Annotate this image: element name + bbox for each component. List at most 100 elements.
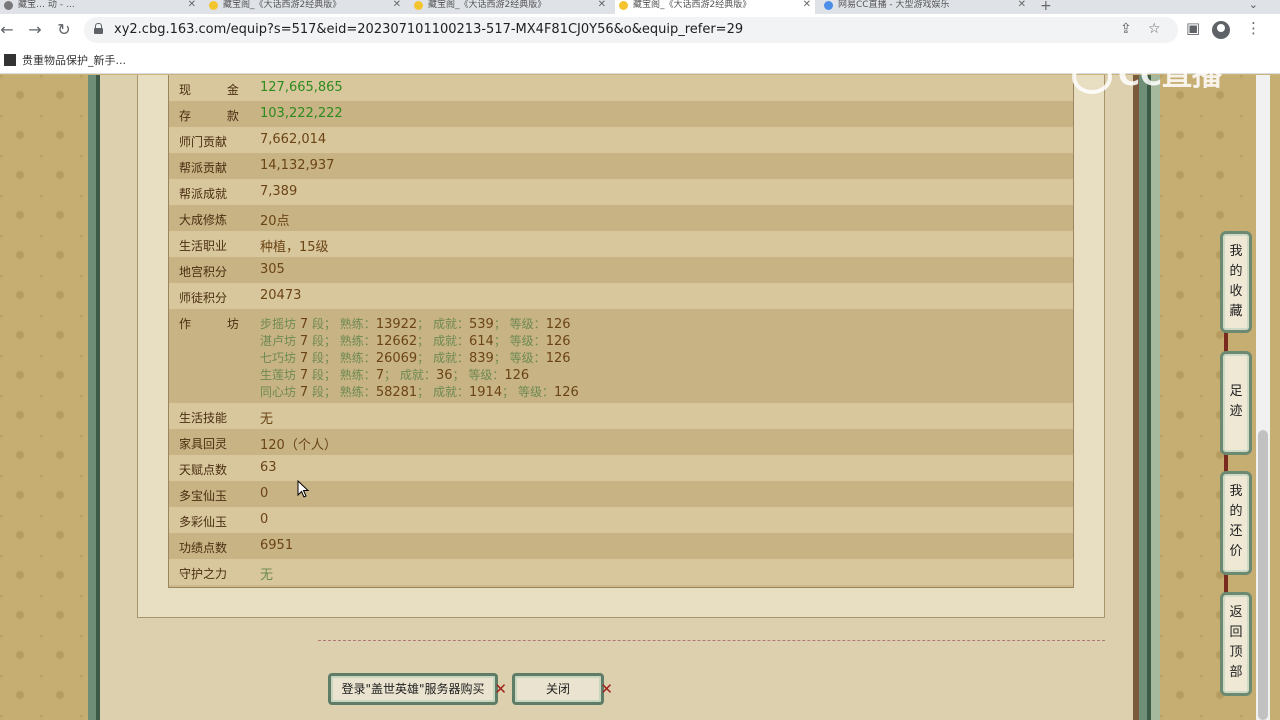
workshop-chengjiu: 539: [469, 317, 494, 332]
row-value: 无: [260, 412, 274, 427]
table-row: 守护之力 无: [169, 559, 1073, 585]
workshop-name: 七巧坊: [260, 351, 297, 365]
tab-favicon-icon: [414, 1, 423, 10]
bookmark-item[interactable]: 贵重物品保护_新手...: [4, 52, 126, 68]
main-content: 现 金 127,665,865 存 款 103,222,222 师门贡献 7,6…: [100, 75, 1133, 720]
more-menu-icon[interactable]: ⋮: [1246, 19, 1261, 37]
url-bar[interactable]: xy2.cbg.163.com/equip?s=517&eid=20230710…: [84, 17, 1178, 43]
workshop-duan: 7: [299, 385, 309, 400]
row-value: 0: [260, 486, 269, 501]
row-label: 存 款: [179, 109, 255, 123]
login-buy-button[interactable]: 登录"盖世英雄"服务器购买 ✕: [328, 673, 507, 705]
row-value: 种植，15级: [260, 240, 329, 255]
workshop-dengji-label: 等级：: [517, 385, 554, 399]
row-value: 7,389: [260, 184, 298, 199]
row-value: 305: [260, 262, 285, 277]
my-favorites-button[interactable]: 我的收藏: [1220, 231, 1252, 333]
side-nav-label: 我的收藏: [1229, 244, 1243, 319]
workshop-dengji: 126: [545, 351, 571, 366]
tab-favicon-icon: [824, 1, 833, 10]
scrollbar-thumb[interactable]: [1258, 430, 1268, 720]
character-info-table: 现 金 127,665,865 存 款 103,222,222 师门贡献 7,6…: [168, 75, 1074, 588]
ribbon-x-icon: ✕: [600, 680, 613, 698]
workshop-name: 步摇坊: [260, 317, 297, 331]
ribbon-x-icon: ✕: [494, 680, 507, 698]
workshop-chengjiu-label: 成就：: [433, 334, 470, 348]
row-value: 7,662,014: [260, 132, 327, 147]
workshop-name: 同心坊: [260, 385, 297, 399]
url-text[interactable]: xy2.cbg.163.com/equip?s=517&eid=20230710…: [114, 22, 743, 37]
workshop-chengjiu-label: 成就：: [399, 368, 436, 382]
back-arrow-icon[interactable]: ←: [0, 19, 18, 41]
workshop-dengji: 126: [545, 317, 571, 332]
browser-tab-5[interactable]: 网易CC直播 - 大型游戏娱乐 ✕: [820, 0, 1030, 14]
workshop-chengjiu-label: 成就：: [433, 351, 470, 365]
row-label: 帮派成就: [179, 187, 228, 201]
row-label: 生活职业: [179, 239, 228, 253]
workshop-duan-unit: 段: [311, 317, 324, 331]
browser-tab-1[interactable]: 藏宝… 动 - … ✕: [0, 0, 200, 14]
share-icon[interactable]: ⇪: [1120, 21, 1132, 37]
new-tab-icon[interactable]: +: [1040, 0, 1052, 14]
workshop-dengji: 126: [545, 334, 571, 349]
close-button[interactable]: 关闭 ✕: [512, 673, 613, 705]
cc-logo-icon: [1072, 59, 1112, 94]
table-row: 生活职业 种植，15级: [169, 231, 1073, 257]
row-label: 功绩点数: [179, 541, 228, 555]
tab-close-icon[interactable]: ✕: [598, 0, 606, 10]
address-bar-row: ← → ↻ xy2.cbg.163.com/equip?s=517&eid=20…: [0, 14, 1280, 46]
row-label: 地宫积分: [179, 265, 228, 279]
row-value: 20点: [260, 214, 290, 229]
row-label: 守护之力: [179, 567, 228, 581]
left-decorative-texture: [0, 75, 88, 720]
row-label: 多彩仙玉: [179, 515, 228, 529]
workshop-dengji-label: 等级：: [468, 368, 505, 382]
tab-close-icon[interactable]: ✕: [803, 0, 811, 10]
footprint-button[interactable]: 足迹: [1220, 351, 1252, 455]
tab-search-chevron-icon[interactable]: ⌄: [1249, 0, 1258, 11]
row-value: 63: [260, 460, 277, 475]
row-label: 师门贡献: [179, 135, 228, 149]
table-row: 多彩仙玉 0: [169, 507, 1073, 533]
back-to-top-button[interactable]: 返回顶部: [1220, 592, 1252, 696]
side-nav-label: 我的还价: [1229, 484, 1243, 559]
my-counteroffer-button[interactable]: 我的还价: [1220, 471, 1252, 575]
tab-close-icon[interactable]: ✕: [188, 0, 196, 10]
row-value: 127,665,865: [260, 80, 343, 95]
row-label: 天赋点数: [179, 463, 228, 477]
workshop-name: 生莲坊: [260, 368, 297, 382]
profile-avatar-icon[interactable]: [1212, 21, 1230, 39]
row-label: 多宝仙玉: [179, 489, 228, 503]
bookmark-star-icon[interactable]: ☆: [1148, 21, 1161, 37]
table-row: 地宫积分 305: [169, 257, 1073, 283]
workshop-duan: 7: [299, 334, 309, 349]
watermark-text: CC直播: [1118, 58, 1223, 93]
lock-icon[interactable]: [94, 23, 103, 34]
browser-tab-strip: 藏宝… 动 - … ✕ 藏宝阁_《大话西游2经典版》 ✕ 藏宝阁_《大话西游2经…: [0, 0, 1280, 14]
workshop-line: 七巧坊 7 段； 熟练：26069； 成就：839； 等级：126: [260, 351, 571, 366]
row-value: 14,132,937: [260, 158, 335, 173]
table-row: 帮派成就 7,389: [169, 179, 1073, 205]
row-value: 120（个人）: [260, 438, 337, 453]
table-row: 师门贡献 7,662,014: [169, 127, 1073, 153]
browser-tab-active[interactable]: 藏宝阁_《大话西游2经典版》 ✕: [615, 0, 815, 14]
workshop-dengji-label: 等级：: [509, 334, 546, 348]
workshop-chengjiu: 1914: [469, 385, 503, 400]
browser-tab-2[interactable]: 藏宝阁_《大话西游2经典版》 ✕: [205, 0, 405, 14]
side-panel-icon[interactable]: ▣: [1186, 19, 1200, 37]
reload-icon[interactable]: ↻: [53, 19, 75, 41]
workshop-duan: 7: [299, 368, 309, 383]
forward-arrow-icon[interactable]: →: [24, 19, 46, 41]
table-row: 大成修炼 20点: [169, 205, 1073, 231]
cc-live-watermark: CC直播: [1072, 50, 1223, 94]
workshop-shulian: 7: [375, 368, 385, 383]
row-label: 师徒积分: [179, 291, 228, 305]
tab-close-icon[interactable]: ✕: [393, 0, 401, 10]
right-border-band: [1139, 75, 1147, 720]
tab-close-icon[interactable]: ✕: [1018, 0, 1026, 10]
workshop-shulian-label: 熟练：: [339, 368, 376, 382]
row-value: 无: [260, 568, 274, 583]
browser-tab-3[interactable]: 藏宝阁_《大话西游2经典版》 ✕: [410, 0, 610, 14]
workshop-duan-unit: 段: [311, 334, 324, 348]
workshop-shulian: 13922: [375, 317, 418, 332]
